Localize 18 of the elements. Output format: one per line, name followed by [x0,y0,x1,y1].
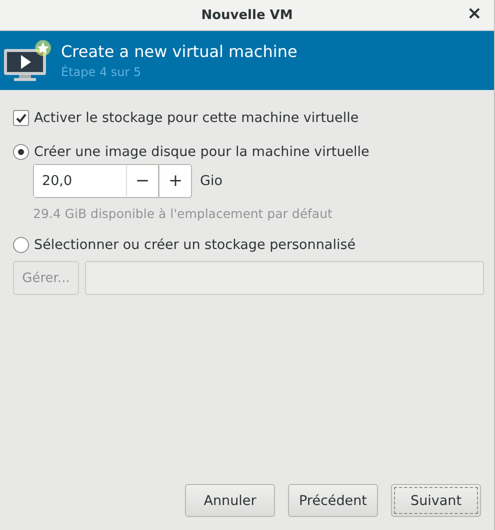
radio-button[interactable] [13,237,29,253]
radio-button[interactable] [13,144,29,160]
increment-button[interactable]: + [159,164,192,198]
unit-label: Gio [200,173,222,189]
wizard-title: Create a new virtual machine [61,42,298,61]
dialog-button[interactable]: Annuler [185,484,275,517]
size-input-field[interactable]: 20,0 [33,164,126,198]
dialog-button[interactable]: Précédent [288,484,378,517]
radio-label: Créer une image disque pour la machine virtuelle [34,144,370,160]
window-title: Nouvelle VM [201,8,293,22]
hint-text: 29.4 GiB disponible à l'emplacement par défaut [33,206,334,221]
checkbox-label: Activer le stockage pour cette machine virtuelle [34,110,359,126]
decrement-button[interactable]: − [126,164,159,198]
radio-label: Sélectionner ou créer un stockage personnalisé [34,237,356,253]
step-indicator: Étape 4 sur 5 [61,65,142,79]
close-button[interactable]: × [462,4,486,24]
checkbox[interactable] [13,110,29,126]
dialog-button[interactable]: Suivant [391,484,481,517]
